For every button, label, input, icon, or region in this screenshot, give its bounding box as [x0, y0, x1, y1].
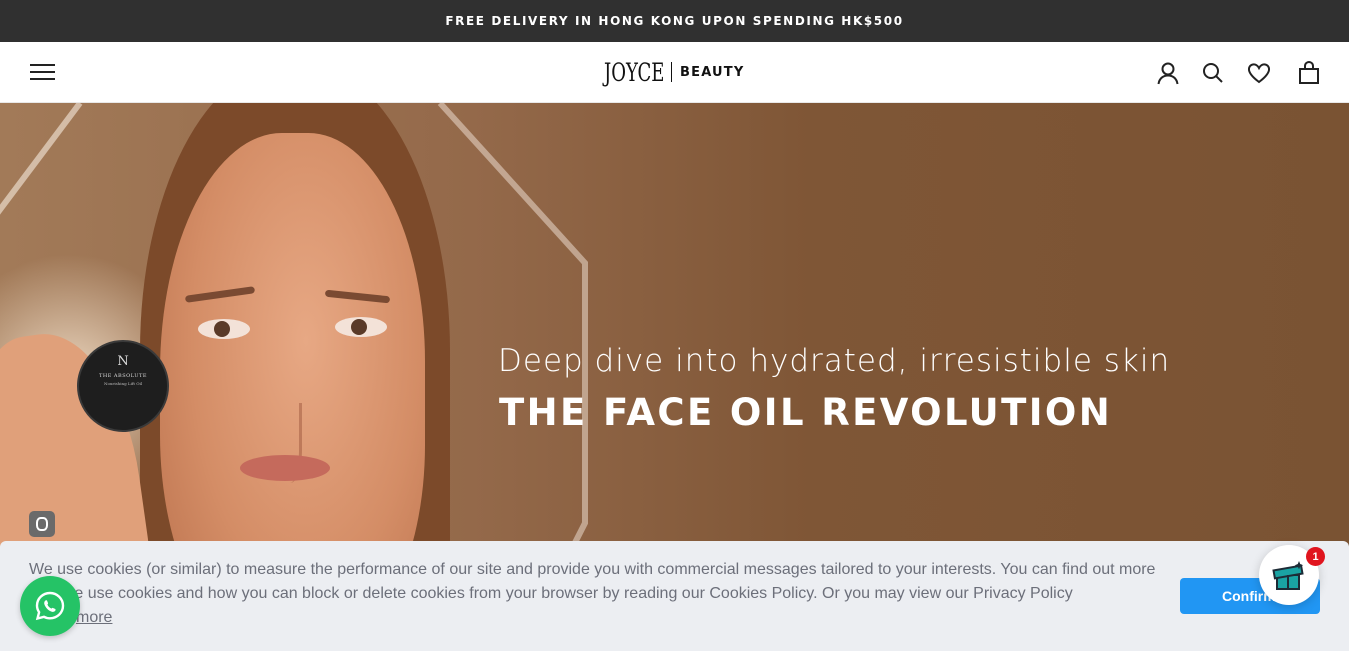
site-header: JOYCE BEAUTY	[0, 42, 1349, 103]
cookie-message: We use cookies (or similar) to measure t…	[29, 558, 1169, 630]
account-icon[interactable]	[1155, 60, 1181, 86]
bag-icon[interactable]	[1296, 60, 1322, 86]
product-jar: N THE ABSOLUTE Nourishing Lift Oil	[77, 340, 169, 432]
announcement-bar: FREE DELIVERY IN HONG KONG UPON SPENDING…	[0, 0, 1349, 42]
accessibility-icon[interactable]	[29, 511, 55, 537]
menu-icon[interactable]	[30, 62, 55, 82]
model-eye-left	[198, 319, 250, 339]
model-eye-right	[335, 317, 387, 337]
logo-sub: BEAUTY	[680, 64, 745, 80]
whatsapp-button[interactable]	[20, 576, 80, 636]
heart-icon[interactable]	[1246, 60, 1272, 86]
product-mark: N	[117, 354, 129, 369]
hero-heading: THE FACE OIL REVOLUTION	[499, 391, 1113, 434]
hero-subheading: Deep dive into hydrated, irresistible sk…	[498, 343, 1171, 379]
announcement-text: FREE DELIVERY IN HONG KONG UPON SPENDING…	[445, 14, 904, 28]
whatsapp-icon	[35, 591, 65, 621]
cookie-text: We use cookies (or similar) to measure t…	[29, 561, 1156, 602]
site-logo[interactable]: JOYCE BEAUTY	[604, 56, 745, 88]
logo-divider	[671, 62, 672, 82]
logo-main: JOYCE	[604, 57, 665, 87]
gift-icon	[1272, 561, 1304, 590]
model-lips	[240, 455, 330, 481]
cookie-more-link[interactable]: more	[76, 609, 112, 626]
product-name: THE ABSOLUTE	[99, 373, 147, 379]
search-icon[interactable]	[1200, 60, 1226, 86]
product-desc: Nourishing Lift Oil	[103, 381, 143, 386]
rewards-count-badge: 1	[1306, 547, 1325, 566]
cookie-banner: We use cookies (or similar) to measure t…	[0, 541, 1349, 651]
